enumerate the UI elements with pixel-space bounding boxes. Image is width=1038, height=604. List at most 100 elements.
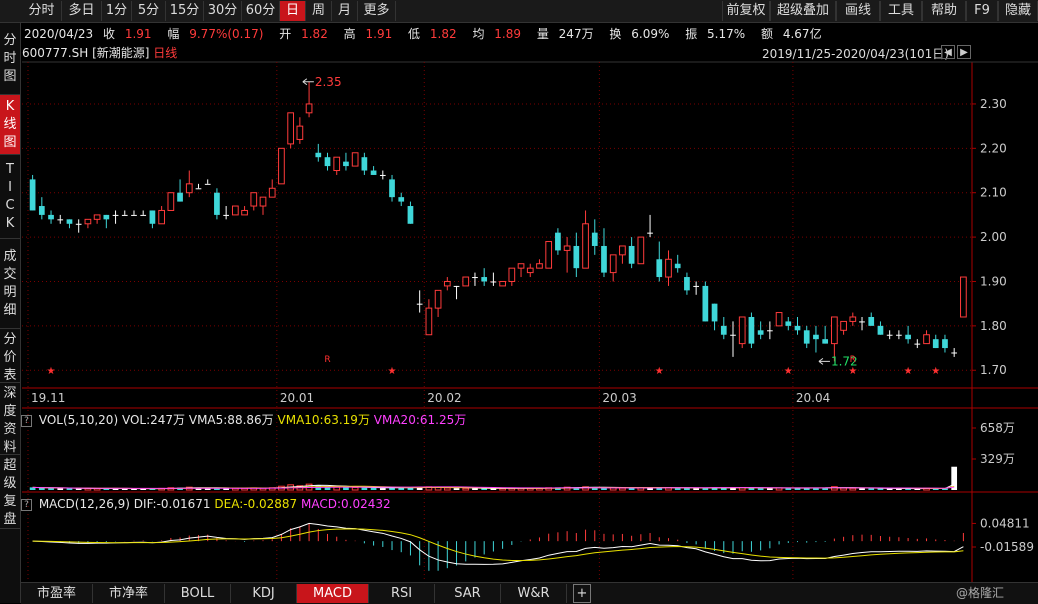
indicator-tab-[interactable]: 市盈率	[21, 584, 93, 603]
candle-body	[398, 197, 405, 202]
star-marker: ★	[388, 366, 397, 377]
volume-tick-label: 329万	[980, 452, 1015, 466]
candle-body	[573, 245, 580, 269]
candle-body	[167, 192, 175, 211]
candle-body	[582, 223, 589, 269]
candle-body	[84, 218, 92, 225]
candle-body	[121, 214, 128, 216]
star-marker: ★	[848, 366, 857, 377]
price-tick-label: 2.00	[980, 230, 1007, 244]
candle-body	[223, 214, 229, 216]
volume-bar	[361, 487, 368, 490]
candle-body	[942, 339, 948, 349]
volume-bar	[48, 488, 54, 490]
macd-tick-label: -0.01589	[980, 540, 1034, 554]
candle-body	[536, 263, 543, 269]
kline-chart[interactable]: 1.70 1.80 1.90 2.00 2.10 2.20 2.30 19.11 20.01 20…	[0, 0, 1038, 582]
candle-body	[775, 312, 783, 327]
candle-body	[702, 285, 709, 322]
candle-body	[591, 232, 598, 246]
candle-body	[730, 334, 736, 336]
indicator-tab-sar[interactable]: SAR	[435, 584, 501, 603]
candle-body	[241, 209, 248, 216]
price-tick-label: 2.10	[980, 186, 1007, 200]
candle-body	[333, 156, 341, 172]
candle-body	[204, 183, 211, 185]
candle-body	[545, 241, 553, 269]
candle-body	[785, 321, 792, 326]
macd-indicator-title[interactable]: MACD(12,26,9)	[39, 497, 130, 511]
volume-bar	[370, 487, 377, 490]
indicator-tab-wr[interactable]: W&R	[501, 584, 567, 603]
price-annotation-label: 2.35	[315, 75, 342, 89]
volume-bar	[38, 487, 45, 490]
candle-body	[951, 352, 958, 354]
candle-body	[555, 232, 561, 251]
candle-body	[48, 214, 54, 220]
candle-body	[849, 316, 857, 322]
candle-body	[481, 277, 488, 282]
volume-bar	[767, 488, 773, 490]
volume-bar	[57, 488, 64, 490]
volume-indicator-title[interactable]: VOL(5,10,20)	[39, 413, 118, 427]
vma10-value: VMA10:63.19万	[277, 413, 370, 427]
candle-body	[370, 170, 377, 175]
volume-bar	[757, 488, 764, 490]
candle-body	[757, 330, 764, 335]
candle-body	[131, 214, 137, 216]
candle-body	[389, 179, 395, 198]
date-tick-label: 20.01	[280, 391, 314, 405]
volume-bar	[840, 487, 847, 491]
candle-body	[379, 174, 386, 176]
candle-body	[619, 245, 626, 256]
candle-body	[813, 334, 819, 340]
add-indicator-button[interactable]: +	[573, 584, 591, 603]
price-tick-label: 1.80	[980, 319, 1007, 333]
date-tick-label: 20.03	[602, 391, 636, 405]
candle-body	[859, 321, 865, 323]
candle-body	[637, 236, 645, 265]
candle-body	[351, 152, 359, 167]
candle-body	[287, 112, 295, 145]
star-marker: ★	[931, 366, 940, 377]
volume-bar	[472, 488, 478, 490]
macd-help-icon[interactable]: ?	[21, 498, 32, 511]
star-marker: ★	[784, 366, 793, 377]
indicator-tab-[interactable]: 市净率	[93, 584, 165, 603]
candle-body	[112, 214, 119, 216]
indicator-tab-rsi[interactable]: RSI	[369, 584, 435, 603]
candle-body	[195, 188, 202, 190]
indicator-tab-macd[interactable]: MACD	[297, 584, 369, 603]
candle-body	[748, 316, 755, 344]
indicator-tab-boll[interactable]: BOLL	[165, 584, 231, 603]
candle-body	[868, 316, 875, 326]
candle-body	[425, 307, 433, 336]
candle-body	[158, 209, 165, 225]
candle-body	[822, 339, 829, 344]
candle-body	[628, 245, 635, 264]
candle-body	[214, 192, 220, 215]
indicator-tab-kdj[interactable]: KDJ	[231, 584, 297, 603]
candle-body	[453, 285, 460, 287]
watermark: @格隆汇	[956, 586, 1005, 600]
candle-body	[259, 196, 267, 207]
candle-body	[711, 303, 718, 322]
star-marker: ★	[47, 366, 56, 377]
candle-body	[601, 245, 607, 273]
candle-body	[296, 125, 304, 140]
candle-body	[29, 179, 36, 211]
candle-body	[609, 254, 617, 274]
candle-body	[140, 214, 147, 216]
candle-body	[720, 325, 727, 335]
candle-body	[462, 276, 470, 287]
volume-help-icon[interactable]: ?	[21, 414, 32, 427]
volume-bar	[379, 488, 386, 490]
candle-body	[526, 267, 534, 274]
candle-body	[185, 183, 193, 194]
candle-body	[803, 330, 810, 344]
candle-body	[932, 339, 939, 349]
indicator-tab-bar: 市盈率 市净率 BOLL KDJ MACD RSI SAR W&R +	[21, 582, 1038, 604]
candle-body	[767, 330, 773, 332]
candle-body	[93, 214, 101, 220]
candle-body	[416, 303, 423, 305]
